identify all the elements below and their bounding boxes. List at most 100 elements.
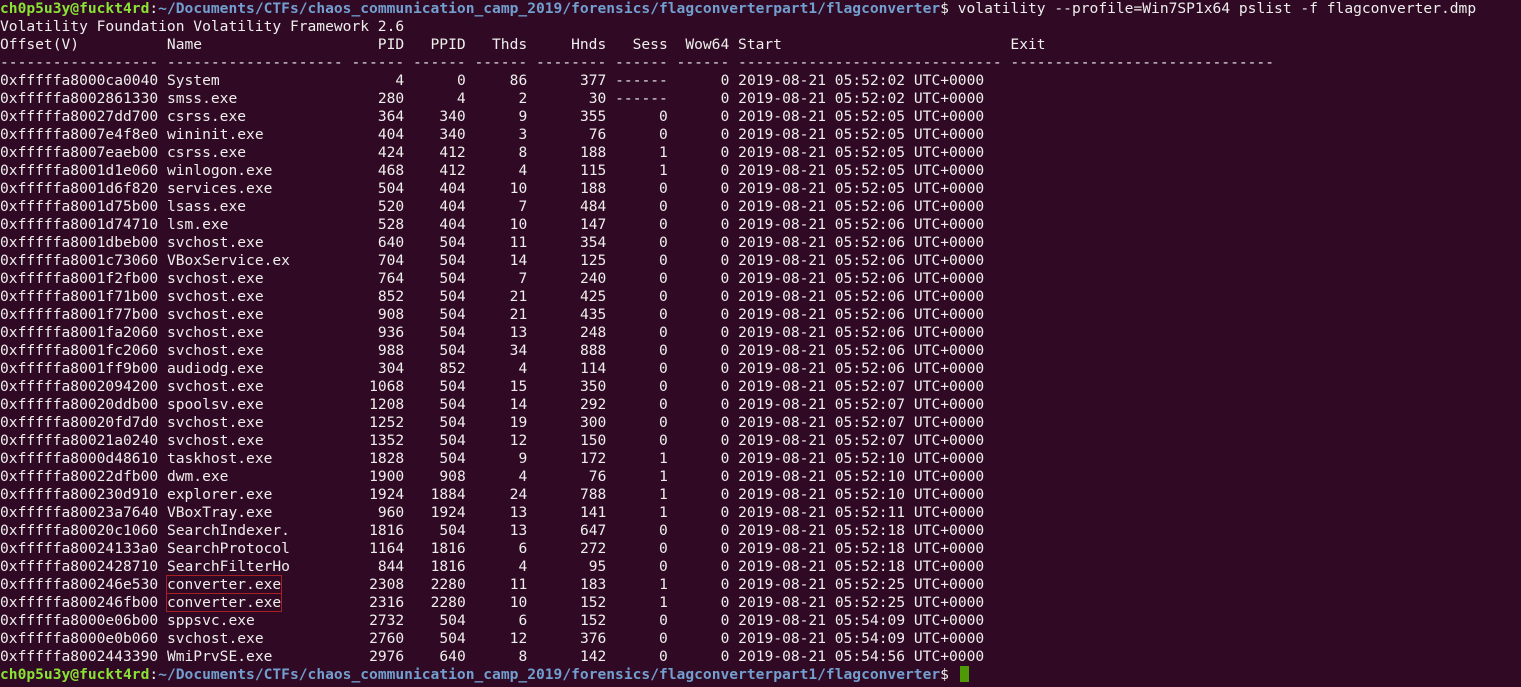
cell-wow64: 0 bbox=[720, 306, 730, 323]
cell-wow64: 0 bbox=[720, 450, 730, 467]
table-row: 0xfffffa8001c73060 VBoxService.ex 704 50… bbox=[0, 252, 1521, 270]
cell-start: 2019-08-21 05:52:06 UTC+0000 bbox=[738, 234, 985, 251]
cell-offset: 0xfffffa8001d6f820 bbox=[0, 180, 159, 197]
table-row: 0xfffffa8002428710 SearchFilterHo 844 18… bbox=[0, 558, 1521, 576]
cell-sess: 0 bbox=[659, 558, 668, 575]
cell-offset: 0xfffffa8002861330 bbox=[0, 90, 159, 107]
prompt-separator: : bbox=[149, 0, 159, 17]
table-row: 0xfffffa800246fb00 converter.exe 2316 22… bbox=[0, 593, 1521, 612]
cell-sess: 0 bbox=[659, 342, 668, 359]
cell-name: VBoxTray.exe bbox=[166, 504, 273, 521]
cell-ppid: 504 bbox=[439, 270, 466, 287]
cell-wow64: 0 bbox=[720, 396, 730, 413]
cell-name: converter.exe bbox=[165, 575, 283, 594]
cell-ppid: 2280 bbox=[430, 576, 466, 593]
cell-start: 2019-08-21 05:52:18 UTC+0000 bbox=[738, 522, 985, 539]
cell-start: 2019-08-21 05:52:10 UTC+0000 bbox=[738, 486, 985, 503]
cell-start: 2019-08-21 05:54:56 UTC+0000 bbox=[738, 648, 985, 665]
cell-pid: 424 bbox=[377, 144, 405, 161]
cell-pid: 936 bbox=[377, 324, 405, 341]
cell-thds: 86 bbox=[509, 72, 528, 89]
cell-thds: 9 bbox=[518, 108, 528, 125]
cell-hnds: 142 bbox=[579, 648, 607, 665]
cell-pid: 2760 bbox=[369, 630, 405, 647]
cell-ppid: 504 bbox=[439, 396, 466, 413]
cell-hnds: 425 bbox=[579, 288, 607, 305]
cell-start: 2019-08-21 05:52:06 UTC+0000 bbox=[738, 198, 985, 215]
cell-pid: 1164 bbox=[369, 540, 405, 557]
table-row: 0xfffffa80020c1060 SearchIndexer. 1816 5… bbox=[0, 522, 1521, 540]
cell-pid: 704 bbox=[377, 252, 405, 269]
cell-thds: 4 bbox=[518, 468, 528, 485]
cell-ppid: 2280 bbox=[430, 594, 466, 611]
cell-ppid: 504 bbox=[439, 612, 466, 629]
cell-wow64: 0 bbox=[720, 324, 730, 341]
cell-offset: 0xfffffa8001ff9b00 bbox=[0, 360, 159, 377]
cell-offset: 0xfffffa8001f77b00 bbox=[0, 306, 159, 323]
cell-wow64: 0 bbox=[720, 162, 730, 179]
cell-hnds: 76 bbox=[588, 126, 607, 143]
cell-thds: 10 bbox=[509, 594, 528, 611]
prompt-user-host: ch0p5u3y@fuckt4rd bbox=[0, 666, 150, 683]
cell-name: svchost.exe bbox=[166, 342, 264, 359]
cell-hnds: 435 bbox=[579, 306, 607, 323]
cell-offset: 0xfffffa8001d75b00 bbox=[0, 198, 159, 215]
cell-offset: 0xfffffa8007eaeb00 bbox=[0, 144, 159, 161]
cell-start: 2019-08-21 05:52:05 UTC+0000 bbox=[738, 180, 985, 197]
cell-hnds: 377 bbox=[579, 72, 607, 89]
cell-offset: 0xfffffa8000ca0040 bbox=[0, 72, 159, 89]
cell-offset: 0xfffffa80023a7640 bbox=[0, 504, 159, 521]
cell-hnds: 30 bbox=[588, 90, 607, 107]
cell-start: 2019-08-21 05:52:06 UTC+0000 bbox=[738, 288, 985, 305]
cell-sess: 0 bbox=[659, 126, 668, 143]
cell-ppid: 852 bbox=[439, 360, 466, 377]
cell-hnds: 95 bbox=[588, 558, 607, 575]
cell-wow64: 0 bbox=[720, 216, 730, 233]
table-row: 0xfffffa8002443390 WmiPrvSE.exe 2976 640… bbox=[0, 648, 1521, 666]
cell-pid: 504 bbox=[377, 180, 405, 197]
cell-thds: 14 bbox=[509, 252, 528, 269]
cell-thds: 11 bbox=[509, 234, 528, 251]
cell-sess: 0 bbox=[659, 612, 668, 629]
cell-ppid: 404 bbox=[439, 216, 466, 233]
cell-pid: 2976 bbox=[369, 648, 405, 665]
table-row: 0xfffffa8001dbeb00 svchost.exe 640 504 1… bbox=[0, 234, 1521, 252]
cell-name: sppsvc.exe bbox=[166, 612, 255, 629]
terminal-window[interactable]: ch0p5u3y@fuckt4rd:~/Documents/CTFs/chaos… bbox=[0, 0, 1521, 687]
cell-thds: 34 bbox=[509, 342, 528, 359]
cell-hnds: 240 bbox=[579, 270, 607, 287]
table-row: 0xfffffa8001f71b00 svchost.exe 852 504 2… bbox=[0, 288, 1521, 306]
cell-sess: ------ bbox=[615, 90, 668, 107]
cell-ppid: 504 bbox=[439, 306, 466, 323]
cell-ppid: 504 bbox=[439, 522, 466, 539]
table-row: 0xfffffa80023a7640 VBoxTray.exe 960 1924… bbox=[0, 504, 1521, 522]
cell-ppid: 504 bbox=[439, 252, 466, 269]
cell-thds: 21 bbox=[509, 288, 528, 305]
cell-pid: 304 bbox=[377, 360, 405, 377]
table-row: 0xfffffa800230d910 explorer.exe 1924 188… bbox=[0, 486, 1521, 504]
cell-name: csrss.exe bbox=[166, 108, 247, 125]
cell-ppid: 504 bbox=[439, 450, 466, 467]
cell-thds: 11 bbox=[509, 576, 528, 593]
cell-wow64: 0 bbox=[720, 414, 730, 431]
cell-sess: 1 bbox=[659, 144, 668, 161]
table-row: 0xfffffa80024133a0 SearchProtocol 1164 1… bbox=[0, 540, 1521, 558]
cell-sess: 1 bbox=[659, 486, 668, 503]
cell-offset: 0xfffffa8000d48610 bbox=[0, 450, 159, 467]
table-row: 0xfffffa8001f2fb00 svchost.exe 764 504 7… bbox=[0, 270, 1521, 288]
cell-sess: 0 bbox=[659, 198, 668, 215]
table-row: 0xfffffa8001d1e060 winlogon.exe 468 412 … bbox=[0, 162, 1521, 180]
cell-thds: 13 bbox=[509, 324, 528, 341]
cell-wow64: 0 bbox=[720, 342, 730, 359]
cell-thds: 12 bbox=[509, 630, 528, 647]
input-prompt-line[interactable]: ch0p5u3y@fuckt4rd:~/Documents/CTFs/chaos… bbox=[0, 666, 1521, 684]
cell-name: lsm.exe bbox=[166, 216, 229, 233]
cell-name: winlogon.exe bbox=[166, 162, 273, 179]
cell-sess: 0 bbox=[659, 270, 668, 287]
cell-pid: 528 bbox=[377, 216, 405, 233]
cell-offset: 0xfffffa800246e530 bbox=[0, 576, 159, 593]
cell-thds: 10 bbox=[509, 180, 528, 197]
cell-name: taskhost.exe bbox=[166, 450, 273, 467]
cell-start: 2019-08-21 05:52:07 UTC+0000 bbox=[738, 432, 985, 449]
cell-hnds: 172 bbox=[579, 450, 607, 467]
